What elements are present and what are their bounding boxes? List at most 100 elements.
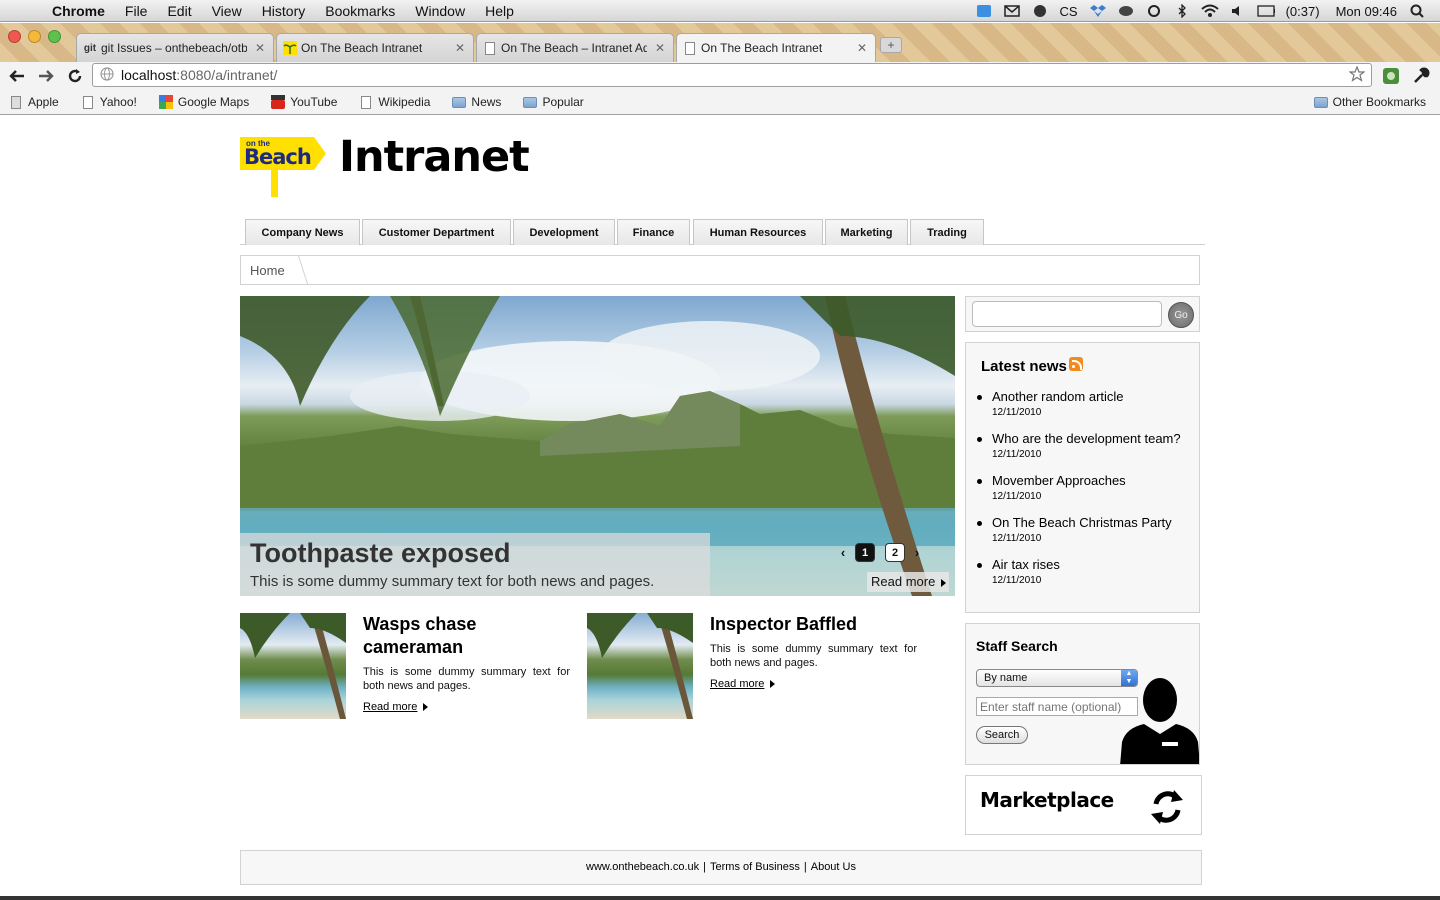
- latest-news-item[interactable]: On The Beach Christmas Party 12/11/2010: [977, 515, 1172, 544]
- bookmark-youtube[interactable]: YouTube: [271, 95, 337, 109]
- menu-window[interactable]: Window: [405, 0, 475, 22]
- slideshow-pager: ‹ 1 2 ›: [836, 543, 924, 562]
- reload-icon[interactable]: [63, 64, 87, 88]
- news-title[interactable]: Inspector Baffled: [710, 613, 920, 636]
- latest-news-title[interactable]: Another random article: [992, 389, 1124, 404]
- prev-slide-chevron-icon[interactable]: ‹: [836, 545, 850, 560]
- hero-read-more-link[interactable]: Read more: [867, 572, 949, 592]
- footer-link-about[interactable]: About Us: [811, 861, 856, 873]
- volume-icon[interactable]: [1229, 3, 1247, 19]
- mail-icon[interactable]: [1003, 3, 1021, 19]
- news-read-more-link[interactable]: Read more: [363, 701, 429, 713]
- search-input[interactable]: [972, 301, 1162, 327]
- latest-news-item[interactable]: Who are the development team? 12/11/2010: [977, 431, 1181, 460]
- tab-close-icon[interactable]: ✕: [253, 41, 267, 55]
- news-thumbnail-image[interactable]: [240, 613, 346, 719]
- sync-icon[interactable]: [1145, 3, 1163, 19]
- rss-feed-icon[interactable]: [1069, 357, 1083, 371]
- latest-news-item[interactable]: Another random article 12/11/2010: [977, 389, 1124, 418]
- menu-app-chrome[interactable]: Chrome: [38, 0, 115, 22]
- dropbox-icon[interactable]: [1089, 3, 1107, 19]
- evernote-extension-icon[interactable]: [1381, 66, 1401, 86]
- news-title[interactable]: Wasps chase cameraman: [363, 613, 573, 659]
- bookmark-folder-news[interactable]: News: [452, 95, 501, 109]
- bookmark-folder-popular[interactable]: Popular: [523, 95, 584, 109]
- staff-name-input[interactable]: [976, 697, 1138, 716]
- minimize-window-icon[interactable]: [28, 30, 41, 43]
- bookmark-wikipedia[interactable]: Wikipedia: [359, 95, 430, 109]
- breadcrumb-home[interactable]: Home: [250, 263, 285, 278]
- address-bar[interactable]: localhost:8080/a/intranet/: [92, 63, 1372, 87]
- tab-intranet-active[interactable]: On The Beach Intranet ✕: [676, 33, 876, 62]
- latest-news-title[interactable]: On The Beach Christmas Party: [992, 515, 1172, 530]
- close-window-icon[interactable]: [8, 30, 21, 43]
- bookmark-apple[interactable]: Apple: [9, 95, 59, 109]
- spotlight-search-icon[interactable]: [1408, 3, 1426, 19]
- bookmark-star-icon[interactable]: [1348, 65, 1366, 87]
- news-thumbnail-image[interactable]: [587, 613, 693, 719]
- bookmark-yahoo[interactable]: Yahoo!: [81, 95, 137, 109]
- nav-human-resources[interactable]: Human Resources: [693, 219, 823, 245]
- new-tab-button[interactable]: +: [880, 37, 902, 53]
- menu-history[interactable]: History: [252, 0, 316, 22]
- finder-status-icon[interactable]: [975, 3, 993, 19]
- skype-icon[interactable]: [1031, 3, 1049, 19]
- bullet-icon: [977, 563, 982, 568]
- nav-customer-department[interactable]: Customer Department: [362, 219, 511, 245]
- nav-trading[interactable]: Trading: [910, 219, 984, 245]
- tab-git-issues[interactable]: git git Issues – onthebeach/otb_intranet…: [76, 33, 274, 62]
- slide-page-1[interactable]: 1: [855, 543, 875, 562]
- bookmark-label: Yahoo!: [99, 95, 137, 109]
- bluetooth-icon[interactable]: [1173, 3, 1191, 19]
- hero-slideshow[interactable]: Toothpaste exposed This is some dummy su…: [240, 296, 955, 596]
- staff-search-button[interactable]: Search: [976, 726, 1028, 744]
- staff-search-type-select[interactable]: By name ▲ ▼: [976, 669, 1138, 687]
- forward-arrow-icon[interactable]: [34, 64, 58, 88]
- menu-view[interactable]: View: [202, 0, 252, 22]
- tab-close-icon[interactable]: ✕: [453, 41, 467, 55]
- nav-development[interactable]: Development: [513, 219, 615, 245]
- latest-news-title[interactable]: Air tax rises: [992, 557, 1060, 572]
- tab-intranet-1[interactable]: On The Beach Intranet ✕: [276, 33, 474, 62]
- on-the-beach-logo[interactable]: on the Beach: [240, 137, 326, 199]
- browser-toolbar: localhost:8080/a/intranet/: [0, 62, 1440, 90]
- hero-title[interactable]: Toothpaste exposed: [250, 538, 511, 569]
- menu-file[interactable]: File: [115, 0, 158, 22]
- apple-menu-icon[interactable]: [18, 0, 38, 22]
- zoom-window-icon[interactable]: [48, 30, 61, 43]
- footer-link-terms[interactable]: Terms of Business: [710, 861, 800, 873]
- tab-title: On The Beach – Intranet Admin: [501, 41, 647, 55]
- menu-edit[interactable]: Edit: [157, 0, 201, 22]
- footer-link-website[interactable]: www.onthebeach.co.uk: [586, 861, 699, 873]
- marketplace-heading: Marketplace: [980, 788, 1114, 812]
- menu-clock[interactable]: Mon 09:46: [1336, 4, 1397, 19]
- latest-news-item[interactable]: Movember Approaches 12/11/2010: [977, 473, 1126, 502]
- wrench-icon[interactable]: [1411, 66, 1431, 86]
- nav-company-news[interactable]: Company News: [245, 219, 360, 245]
- coffee-cup-icon[interactable]: [1117, 3, 1135, 19]
- nav-finance[interactable]: Finance: [617, 219, 690, 245]
- bookmark-google-maps[interactable]: Google Maps: [158, 95, 249, 109]
- latest-news-item[interactable]: Air tax rises 12/11/2010: [977, 557, 1060, 586]
- tab-close-icon[interactable]: ✕: [855, 41, 869, 55]
- bookmark-folder-other[interactable]: Other Bookmarks: [1313, 95, 1426, 109]
- menu-bookmarks[interactable]: Bookmarks: [315, 0, 405, 22]
- cs-status-label[interactable]: CS: [1060, 4, 1078, 19]
- slide-page-2[interactable]: 2: [885, 543, 905, 562]
- marketplace-panel[interactable]: Marketplace: [965, 775, 1202, 835]
- hero-summary: This is some dummy summary text for both…: [250, 573, 655, 590]
- battery-icon[interactable]: [1256, 3, 1275, 19]
- battery-time[interactable]: (0:37): [1286, 4, 1320, 19]
- tab-close-icon[interactable]: ✕: [653, 41, 667, 55]
- latest-news-title[interactable]: Who are the development team?: [992, 431, 1181, 446]
- bullet-icon: [977, 437, 982, 442]
- back-arrow-icon[interactable]: [5, 64, 29, 88]
- tab-intranet-admin[interactable]: On The Beach – Intranet Admin ✕: [476, 33, 674, 62]
- search-go-button[interactable]: Go: [1168, 302, 1194, 328]
- news-read-more-link[interactable]: Read more: [710, 678, 776, 690]
- nav-marketing[interactable]: Marketing: [825, 219, 908, 245]
- next-slide-chevron-icon[interactable]: ›: [910, 545, 924, 560]
- latest-news-title[interactable]: Movember Approaches: [992, 473, 1126, 488]
- wifi-icon[interactable]: [1200, 3, 1219, 19]
- menu-help[interactable]: Help: [475, 0, 524, 22]
